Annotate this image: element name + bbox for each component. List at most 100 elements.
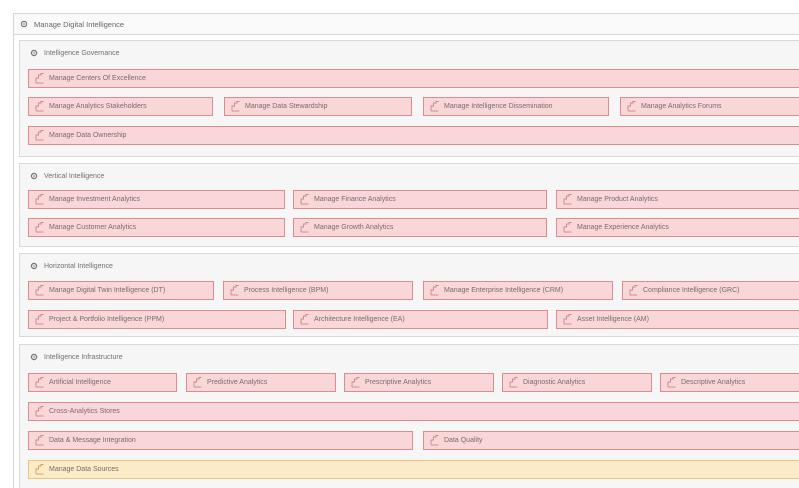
- capability-diagnostic-analytics[interactable]: Diagnostic Analytics: [502, 373, 652, 392]
- capability-manage-analytics-stakeholders[interactable]: Manage Analytics Stakeholders: [28, 97, 213, 116]
- capability-label: Descriptive Analytics: [681, 379, 746, 386]
- capability-label: Compliance Intelligence (GRC): [643, 287, 740, 294]
- capability-label: Manage Growth Analytics: [314, 224, 394, 231]
- capability-artificial-intelligence[interactable]: Artificial Intelligence: [28, 373, 177, 392]
- capability-label: Asset Intelligence (AM): [577, 316, 649, 323]
- capability-label: Data & Message Integration: [49, 437, 136, 444]
- capability-icon: [667, 377, 676, 388]
- capability-label: Cross-Analytics Stores: [49, 408, 120, 415]
- capability-icon: [35, 314, 44, 325]
- capability-manage-data-stewardship[interactable]: Manage Data Stewardship: [224, 97, 412, 116]
- section-vertical-intelligence: Vertical Intelligence Manage Investment …: [19, 163, 799, 247]
- capability-asset-intelligence[interactable]: Asset Intelligence (AM): [556, 310, 799, 329]
- capability-icon: [629, 285, 638, 296]
- capability-label: Manage Centers Of Excellence: [49, 75, 146, 82]
- gear-icon: [20, 20, 28, 28]
- capability-icon: [35, 222, 44, 233]
- section-title: Intelligence Governance: [30, 46, 120, 60]
- capability-data-message-integration[interactable]: Data & Message Integration: [28, 431, 413, 450]
- capability-icon: [300, 194, 309, 205]
- capability-data-quality[interactable]: Data Quality: [423, 431, 799, 450]
- capability-icon: [300, 314, 309, 325]
- capability-icon: [509, 377, 518, 388]
- capability-architecture-intelligence[interactable]: Architecture Intelligence (EA): [293, 310, 548, 329]
- capability-icon: [35, 464, 44, 475]
- capability-predictive-analytics[interactable]: Predictive Analytics: [186, 373, 336, 392]
- gear-icon: [30, 262, 38, 270]
- capability-icon: [430, 285, 439, 296]
- capability-manage-analytics-forums[interactable]: Manage Analytics Forums: [620, 97, 799, 116]
- capability-icon: [193, 377, 202, 388]
- capability-icon: [35, 73, 44, 84]
- capability-compliance-intelligence[interactable]: Compliance Intelligence (GRC): [622, 281, 799, 300]
- capability-label: Manage Finance Analytics: [314, 196, 396, 203]
- capability-icon: [430, 101, 439, 112]
- capability-label: Artificial Intelligence: [49, 379, 111, 386]
- capability-icon: [35, 130, 44, 141]
- capability-manage-investment-analytics[interactable]: Manage Investment Analytics: [28, 190, 285, 209]
- capability-icon: [35, 101, 44, 112]
- capability-icon: [35, 406, 44, 417]
- capability-label: Manage Customer Analytics: [49, 224, 137, 231]
- section-title-label: Intelligence Governance: [44, 49, 120, 57]
- capability-project-portfolio-intelligence[interactable]: Project & Portfolio Intelligence (PPM): [28, 310, 286, 329]
- capability-manage-growth-analytics[interactable]: Manage Growth Analytics: [293, 218, 547, 237]
- capability-icon: [300, 222, 309, 233]
- capability-label: Manage Data Sources: [49, 466, 119, 473]
- section-horizontal-intelligence: Horizontal Intelligence Manage Digital T…: [19, 253, 799, 337]
- capability-icon: [35, 435, 44, 446]
- capability-label: Manage Analytics Forums: [641, 103, 722, 110]
- capability-manage-product-analytics[interactable]: Manage Product Analytics: [556, 190, 799, 209]
- section-title: Vertical Intelligence: [30, 169, 104, 183]
- capability-icon: [563, 314, 572, 325]
- capability-label: Prescriptive Analytics: [365, 379, 432, 386]
- capability-label: Manage Intelligence Dissemination: [444, 103, 553, 110]
- capability-label: Manage Analytics Stakeholders: [49, 103, 147, 110]
- section-title-label: Horizontal Intelligence: [44, 262, 113, 270]
- capability-label: Manage Data Stewardship: [245, 103, 328, 110]
- root-title: Manage Digital Intelligence: [34, 19, 125, 29]
- gear-icon: [30, 172, 38, 180]
- capability-icon: [231, 101, 240, 112]
- capability-label: Diagnostic Analytics: [523, 379, 586, 386]
- section-title: Horizontal Intelligence: [30, 259, 113, 273]
- capability-label: Manage Investment Analytics: [49, 196, 141, 203]
- capability-icon: [35, 285, 44, 296]
- capability-manage-customer-analytics[interactable]: Manage Customer Analytics: [28, 218, 285, 237]
- capability-process-intelligence[interactable]: Process Intelligence (BPM): [223, 281, 413, 300]
- capability-icon: [563, 222, 572, 233]
- capability-icon: [35, 194, 44, 205]
- capability-cross-analytics-stores[interactable]: Cross-Analytics Stores: [28, 402, 799, 421]
- capability-label: Manage Experience Analytics: [577, 224, 669, 231]
- capability-manage-finance-analytics[interactable]: Manage Finance Analytics: [293, 190, 547, 209]
- gear-icon: [30, 353, 38, 361]
- capability-manage-data-sources[interactable]: Manage Data Sources: [28, 460, 799, 479]
- capability-icon: [351, 377, 360, 388]
- capability-label: Data Quality: [444, 437, 483, 444]
- capability-manage-digital-twin-intelligence[interactable]: Manage Digital Twin Intelligence (DT): [28, 281, 214, 300]
- capability-icon: [627, 101, 636, 112]
- capability-icon: [430, 435, 439, 446]
- capability-manage-intelligence-dissemination[interactable]: Manage Intelligence Dissemination: [423, 97, 609, 116]
- capability-icon: [563, 194, 572, 205]
- capability-manage-experience-analytics[interactable]: Manage Experience Analytics: [556, 218, 799, 237]
- capability-manage-data-ownership[interactable]: Manage Data Ownership: [28, 126, 799, 145]
- capability-label: Process Intelligence (BPM): [244, 287, 329, 294]
- root-header: Manage Digital Intelligence: [13, 13, 799, 35]
- section-title-label: Intelligence Infrastructure: [44, 353, 123, 361]
- capability-manage-enterprise-intelligence[interactable]: Manage Enterprise Intelligence (CRM): [423, 281, 613, 300]
- section-intelligence-governance: Intelligence Governance Manage Centers O…: [19, 40, 799, 157]
- capability-prescriptive-analytics[interactable]: Prescriptive Analytics: [344, 373, 494, 392]
- gear-icon: [30, 49, 38, 57]
- capability-descriptive-analytics[interactable]: Descriptive Analytics: [660, 373, 799, 392]
- section-title: Intelligence Infrastructure: [30, 350, 123, 364]
- capability-label: Manage Enterprise Intelligence (CRM): [444, 287, 564, 294]
- capability-label: Architecture Intelligence (EA): [314, 316, 405, 323]
- section-intelligence-infrastructure: Intelligence Infrastructure Artificial I…: [19, 344, 799, 488]
- capability-label: Manage Digital Twin Intelligence (DT): [49, 287, 166, 294]
- capability-icon: [35, 377, 44, 388]
- capability-label: Manage Data Ownership: [49, 132, 127, 139]
- capability-label: Project & Portfolio Intelligence (PPM): [49, 316, 165, 323]
- capability-manage-centers-of-excellence[interactable]: Manage Centers Of Excellence: [28, 69, 799, 88]
- capability-label: Predictive Analytics: [207, 379, 268, 386]
